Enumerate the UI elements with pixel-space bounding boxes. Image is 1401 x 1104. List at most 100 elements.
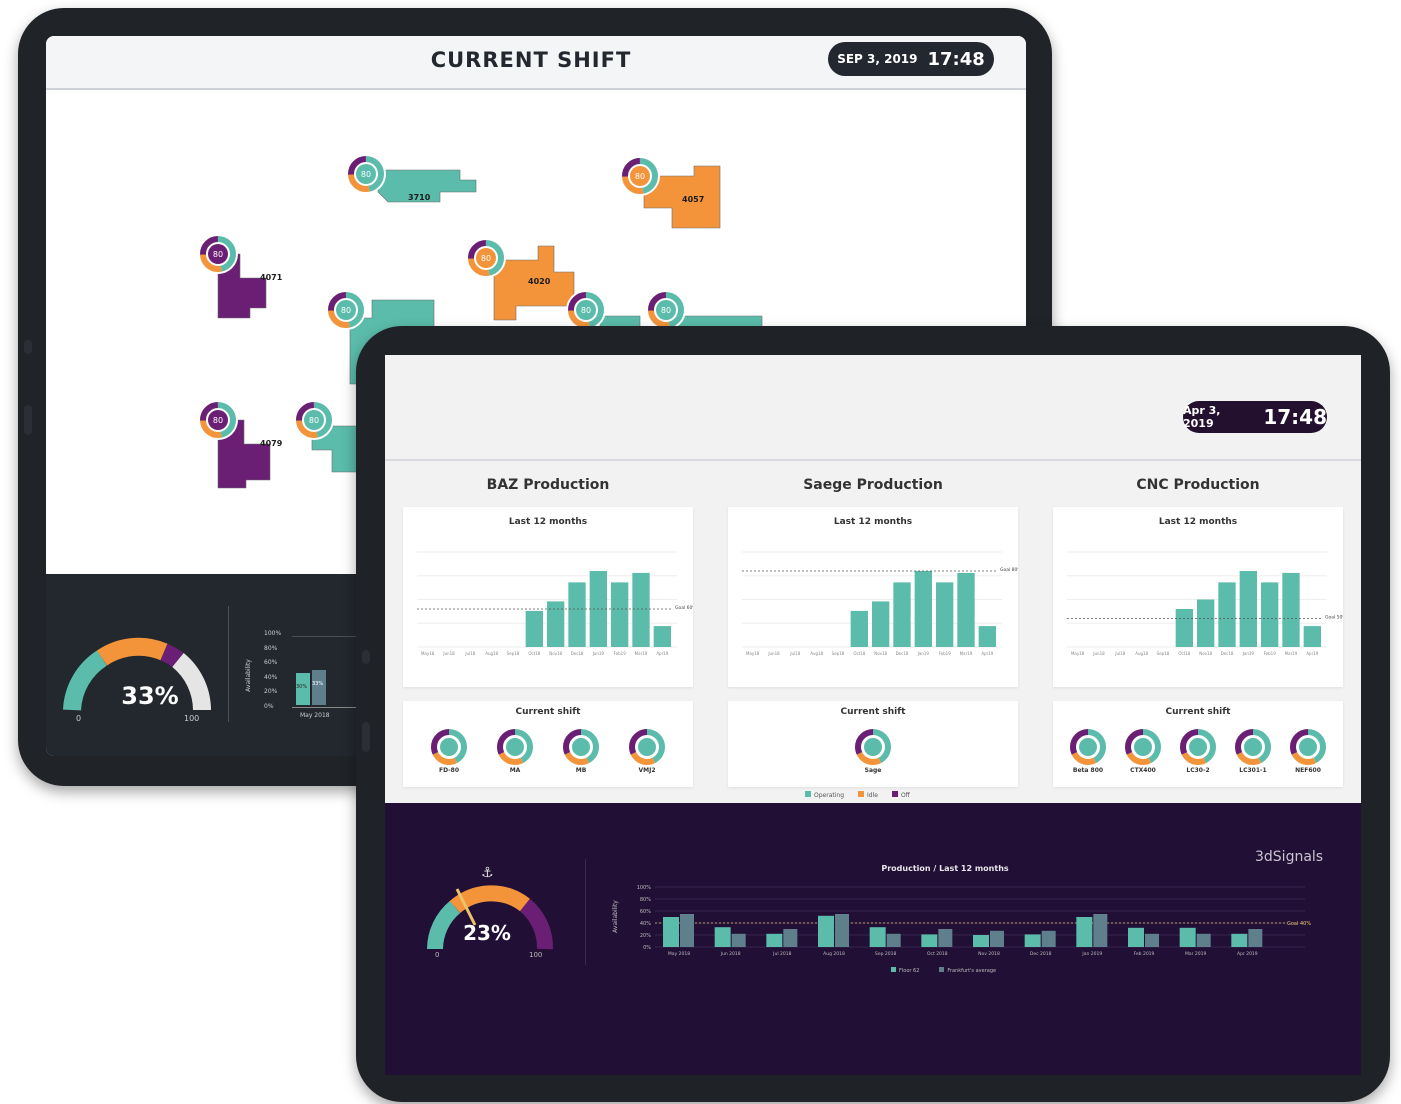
time-label: 17:48 bbox=[1263, 405, 1327, 429]
machine-donut[interactable]: MB bbox=[561, 727, 601, 774]
machine-4020: 4020 80 bbox=[466, 238, 575, 321]
prod-chart: 100% 80% 60% 40% 20% 0% Goal 40% May 2018 Jun 20… bbox=[637, 885, 1312, 957]
date-time-badge: Apr 3, 2019 17:48 bbox=[1183, 401, 1327, 433]
status-legend: Operating Idle Off bbox=[805, 791, 910, 799]
month-label: Feb19 bbox=[939, 651, 952, 656]
category-label: Jan 2019 bbox=[1081, 951, 1102, 957]
front-side-button bbox=[362, 650, 370, 664]
badge-value: 80 bbox=[213, 250, 223, 259]
machine-row: FD-80 MA MB VMJ2 bbox=[403, 727, 693, 774]
machine-donut[interactable]: MA bbox=[495, 727, 535, 774]
tick-label: 0% bbox=[643, 945, 651, 951]
bar bbox=[914, 571, 932, 647]
bar-average bbox=[1041, 930, 1056, 947]
tick-label: 100% bbox=[264, 630, 282, 637]
month-label: Nov18 bbox=[549, 651, 562, 656]
bar bbox=[1175, 609, 1193, 647]
front-screen: Apr 3, 2019 17:48 BAZ Production Last 12… bbox=[385, 355, 1361, 1075]
back-side-button bbox=[24, 405, 32, 435]
back-gauge-max: 100 bbox=[184, 714, 200, 723]
machine-name: FD-80 bbox=[438, 767, 460, 774]
month-label: Oct18 bbox=[528, 651, 540, 656]
donut-icon bbox=[629, 729, 665, 765]
month-label: Oct18 bbox=[1178, 651, 1190, 656]
tick-label: 80% bbox=[640, 897, 651, 903]
bar-floor bbox=[1179, 927, 1196, 947]
month-label: May18 bbox=[1071, 651, 1085, 656]
tick-label: 40% bbox=[264, 673, 278, 681]
donut-icon bbox=[431, 729, 467, 765]
shift-card: Current shift FD-80 MA MB VMJ2 bbox=[403, 701, 693, 787]
front-gauge-min: 0 bbox=[435, 951, 440, 959]
chart-title: Last 12 months bbox=[1158, 517, 1238, 527]
machine-name: CTX400 bbox=[1130, 767, 1156, 774]
month-label: Mar19 bbox=[960, 651, 973, 656]
bar-average bbox=[1196, 933, 1211, 947]
machine-label: 4020 bbox=[528, 277, 551, 286]
machine-donut[interactable]: LC30-2 bbox=[1178, 727, 1218, 774]
month-label: Sep18 bbox=[1157, 651, 1170, 656]
machine-donut[interactable]: FD-80 bbox=[429, 727, 469, 774]
donut-icon bbox=[1235, 729, 1271, 765]
machine-donut[interactable]: CTX400 bbox=[1123, 727, 1163, 774]
goal-label: Goal 50% bbox=[1325, 615, 1343, 621]
badge-value: 80 bbox=[309, 416, 319, 425]
month-label: Nov18 bbox=[874, 651, 887, 656]
month-label: Apr19 bbox=[656, 651, 668, 656]
month-label: Oct18 bbox=[853, 651, 865, 656]
prod-chart-legend: Floor 62 Frankfurt's average bbox=[891, 967, 996, 974]
machine-name: MB bbox=[575, 767, 587, 774]
bar-floor bbox=[1231, 933, 1248, 947]
donut-icon bbox=[563, 729, 599, 765]
chart-card: Last 12 months May18 Jun18 Jul18 Aug18 Sep18… bbox=[403, 507, 693, 687]
back-mini-ylabel: Availability bbox=[244, 659, 252, 692]
bar bbox=[1261, 582, 1279, 647]
machine-row: Beta 800 CTX400 LC30-2 LC301-1 NEF600 bbox=[1053, 727, 1343, 774]
bar bbox=[547, 601, 565, 647]
brand-logo: 3dSignals bbox=[1255, 849, 1324, 865]
tick-label: 60% bbox=[640, 909, 651, 915]
month-label: Feb19 bbox=[1264, 651, 1277, 656]
section-bar-chart: May18 Jun18 Jul18 Aug18 Sep18 Oct18 Nov18 Dec18… bbox=[742, 551, 1018, 656]
month-label: Jul18 bbox=[789, 651, 800, 656]
date-time-badge: SEP 3, 2019 17:48 bbox=[828, 42, 994, 76]
category-label: Apr 2019 bbox=[1237, 951, 1258, 957]
bar bbox=[1282, 572, 1300, 647]
month-label: Jun18 bbox=[1092, 651, 1105, 656]
month-label: Aug18 bbox=[1135, 651, 1148, 656]
month-label: Jan19 bbox=[917, 651, 930, 656]
date-label: SEP 3, 2019 bbox=[837, 52, 918, 66]
machine-name: LC301-1 bbox=[1239, 767, 1267, 774]
machine-donut[interactable]: VMJ2 bbox=[627, 727, 667, 774]
tick-label: 100% bbox=[637, 885, 652, 891]
front-divider bbox=[585, 859, 586, 965]
chart-card: Last 12 months May18 Jun18 Jul18 Aug18 Sep18… bbox=[728, 507, 1018, 687]
legend-floor: Floor 62 bbox=[891, 967, 919, 974]
bar-average bbox=[1248, 929, 1263, 947]
donut-icon bbox=[1290, 729, 1326, 765]
machine-donut[interactable]: Sage bbox=[853, 727, 893, 774]
bar-floor bbox=[869, 927, 886, 947]
month-label: Jul18 bbox=[464, 651, 475, 656]
shift-title: Current shift bbox=[515, 707, 581, 717]
machine-3710: 3710 80 bbox=[346, 154, 477, 203]
category-label: Oct 2018 bbox=[927, 951, 948, 957]
bar-floor bbox=[1128, 927, 1144, 947]
category-label: Dec 2018 bbox=[1030, 951, 1052, 957]
bar-average bbox=[680, 914, 694, 947]
machine-4079: 4079 80 bbox=[198, 400, 283, 489]
time-label: 17:48 bbox=[927, 48, 985, 70]
back-gauge: ⚓ bbox=[63, 637, 211, 711]
badge-value: 80 bbox=[361, 170, 371, 179]
machine-donut[interactable]: LC301-1 bbox=[1233, 727, 1273, 774]
gauge-icon: ⚓ bbox=[481, 865, 494, 881]
machine-donut[interactable]: NEF600 bbox=[1288, 727, 1328, 774]
month-label: Feb19 bbox=[614, 651, 627, 656]
back-gauge-min: 0 bbox=[76, 714, 82, 723]
front-gauge-value: 23% bbox=[463, 921, 511, 945]
bar bbox=[1218, 582, 1236, 647]
bar bbox=[978, 626, 996, 647]
category-label: Jul 2018 bbox=[772, 951, 791, 957]
machine-donut[interactable]: Beta 800 bbox=[1068, 727, 1108, 774]
donut-icon bbox=[855, 729, 891, 765]
